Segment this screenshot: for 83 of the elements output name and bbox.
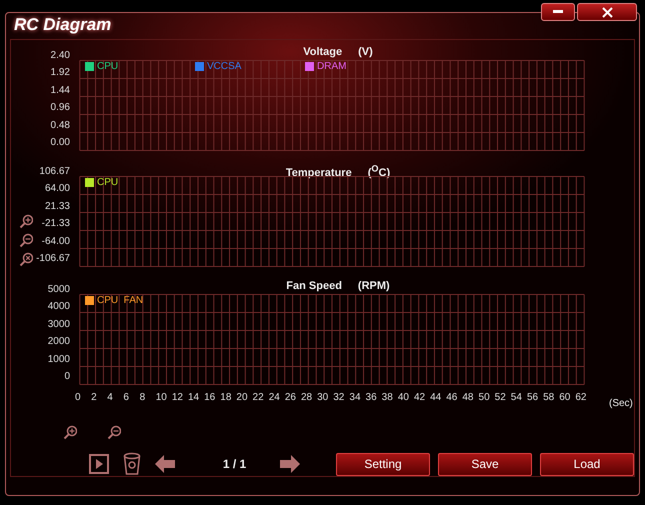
chart-title: Fan Speed (286, 280, 342, 292)
legend-label: VCCSA (207, 61, 242, 72)
axis-label: -21.33 (42, 219, 70, 230)
axis-label: 54 (510, 392, 523, 403)
axis-label: 10 (156, 392, 168, 403)
action-button[interactable]: Load (540, 452, 634, 476)
axis-label: 60 (559, 392, 572, 403)
axis-label: 44 (430, 392, 442, 403)
axis-label: 6 (123, 392, 130, 403)
action-button[interactable]: Setting (336, 452, 430, 476)
minimize-button[interactable] (541, 3, 575, 21)
axis-label: 40 (398, 392, 410, 403)
axis-label: 42 (414, 392, 426, 403)
chart-unit: (RPM) (358, 280, 390, 292)
chart-title: Voltage (303, 46, 342, 58)
axis-label: 18 (220, 392, 232, 403)
axis-label: 38 (382, 392, 394, 403)
zoom-reset-icon[interactable] (19, 252, 33, 267)
action-button[interactable]: Save (438, 452, 532, 476)
legend-label: CPU FAN (97, 295, 144, 306)
axis-label: 12 (172, 392, 184, 403)
axis-label: 46 (446, 392, 458, 403)
zoom-in-icon[interactable] (19, 214, 33, 229)
axis-label: 22 (252, 392, 265, 403)
legend-label: CPU (97, 61, 118, 72)
axis-label: 2.40 (50, 51, 70, 61)
zoom-out-icon[interactable] (107, 425, 121, 440)
axis-label: 1.44 (50, 86, 70, 96)
axis-label: 34 (349, 392, 362, 403)
close-button[interactable] (577, 3, 637, 21)
left-arrow-icon (155, 455, 175, 473)
right-arrow-icon (280, 455, 300, 473)
axis-label: 56 (526, 392, 540, 403)
axis-label: 4 (107, 392, 114, 403)
axis-label: -64.00 (42, 236, 70, 247)
axis-label: 1000 (48, 354, 70, 365)
axis-label: 32 (333, 392, 346, 403)
legend-label: DRAM (317, 61, 346, 72)
axis-label: 28 (300, 392, 314, 403)
minimize-icon (553, 10, 563, 14)
window-title: RC Diagram (14, 15, 112, 35)
axis-label: 5000 (48, 285, 70, 295)
axis-label: 2000 (48, 337, 70, 348)
next-button[interactable] (280, 455, 300, 473)
chart-title: Temperature (286, 166, 352, 179)
delete-button[interactable] (123, 452, 141, 476)
trash-icon (123, 452, 141, 476)
axis-label: 48 (462, 392, 474, 403)
axis-label: 4000 (48, 302, 70, 312)
chart-unit: (V) (358, 46, 373, 58)
axis-label: 8 (140, 392, 146, 403)
axis-label: -106.67 (36, 254, 70, 264)
axis-label: 52 (494, 392, 507, 403)
zoom-in-icon[interactable] (63, 425, 77, 440)
axis-label: 30 (317, 392, 330, 403)
axis-label: 36 (366, 392, 378, 403)
axis-unit: (Sec) (609, 398, 633, 409)
axis-label: 0 (64, 372, 70, 382)
axis-label: 0.96 (50, 103, 70, 114)
close-icon (602, 6, 612, 18)
axis-label: 50 (478, 392, 491, 403)
axis-label: 0.00 (50, 138, 70, 148)
axis-label: 62 (575, 392, 588, 403)
axis-label: 0.48 (50, 120, 70, 131)
axis-label: 24 (268, 392, 281, 403)
play-icon (89, 454, 109, 474)
axis-label: 21.33 (44, 202, 70, 212)
axis-label: 106.67 (39, 167, 70, 177)
axis-label: 0 (75, 392, 82, 403)
axis-label: 58 (543, 392, 556, 403)
axis-label: 20 (236, 392, 249, 403)
axis-label: 26 (284, 392, 297, 403)
axis-label: 2 (91, 392, 98, 403)
page-indicator: 1 / 1 (222, 457, 248, 471)
legend-label: CPU (97, 177, 118, 188)
axis-label: 14 (188, 392, 200, 403)
play-button[interactable] (89, 454, 109, 474)
zoom-out-icon[interactable] (19, 233, 33, 248)
previous-button[interactable] (155, 455, 175, 473)
axis-label: 3000 (48, 320, 70, 330)
axis-label: 64.00 (44, 184, 70, 194)
axis-label: 1.92 (50, 68, 70, 78)
axis-label: 16 (204, 392, 216, 403)
